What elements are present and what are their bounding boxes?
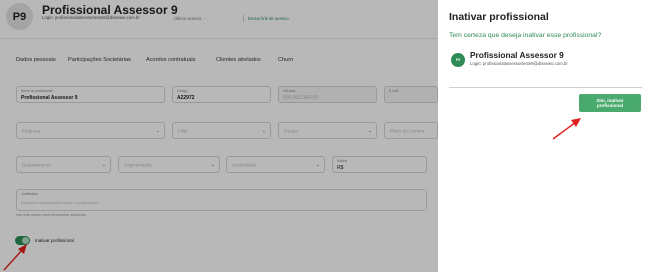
- panel-question: Tem certeza que deseja inativar esse pro…: [449, 32, 602, 39]
- divider: [449, 87, 642, 88]
- avatar: P9: [451, 53, 465, 67]
- confirm-deactivate-button[interactable]: Sim, inativar profissional: [579, 94, 641, 112]
- professional-login: Login: profissionalassessorteste9@dissew…: [470, 61, 568, 66]
- panel-title: Inativar profissional: [449, 11, 549, 23]
- deactivate-side-panel: Inativar profissional Tem certeza que de…: [438, 0, 652, 272]
- professional-name: Profissional Assessor 9: [470, 50, 564, 60]
- red-arrow-icon: [552, 118, 581, 140]
- modal-overlay[interactable]: [0, 0, 438, 272]
